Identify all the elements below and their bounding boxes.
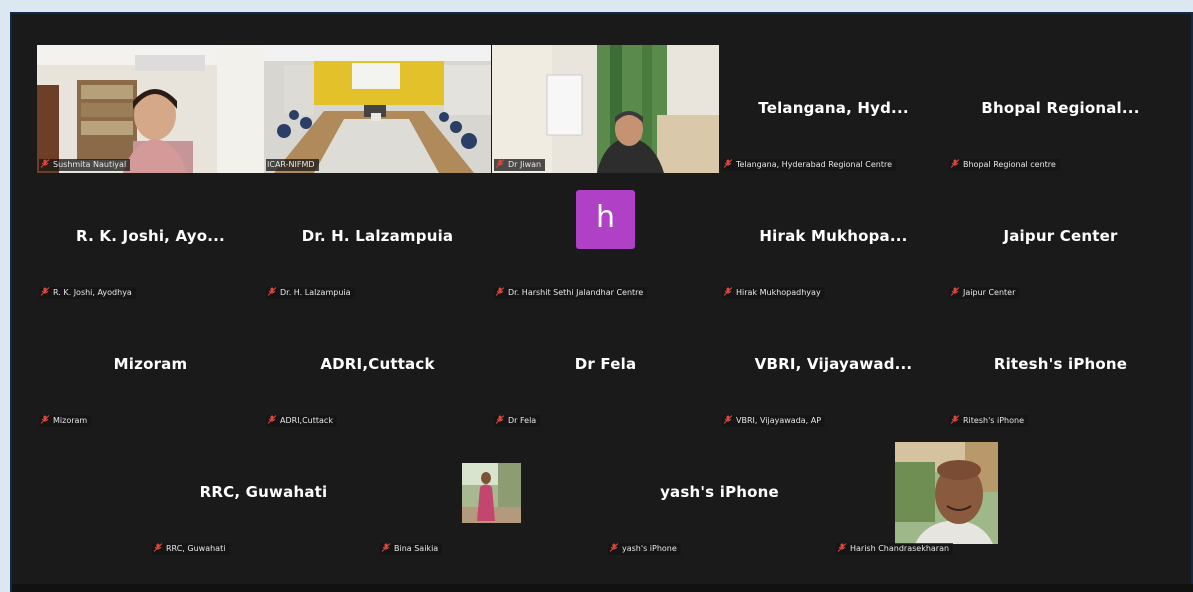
participant-label: ICAR-NIFMD — [266, 159, 319, 171]
mic-off-icon — [950, 159, 960, 168]
participant-tile[interactable]: VBRI, Vijayawad... VBRI, Vijayawada, AP — [720, 301, 947, 429]
participant-name: yash's iPhone — [660, 483, 779, 502]
participant-video — [264, 45, 491, 173]
mic-off-icon — [495, 159, 505, 168]
mic-off-icon — [40, 287, 50, 296]
participant-label: Mizoram — [39, 415, 92, 427]
participant-label: Telangana, Hyderabad Regional Centre — [722, 159, 897, 171]
participant-video — [37, 45, 264, 173]
participant-tile[interactable]: Ritesh's iPhone Ritesh's iPhone — [947, 301, 1174, 429]
participant-tile[interactable]: Jaipur Center Jaipur Center — [947, 173, 1174, 301]
mic-off-icon — [267, 287, 277, 296]
participant-name: RRC, Guwahati — [199, 483, 328, 502]
participant-label: Hirak Mukhopadhyay — [722, 287, 825, 299]
participant-label: Jaipur Center — [949, 287, 1020, 299]
participant-tile[interactable]: Mizoram Mizoram — [37, 301, 264, 429]
mic-off-icon — [723, 287, 733, 296]
participant-name: Telangana, Hyd... — [758, 99, 909, 118]
participant-tile[interactable]: Dr Jiwan — [492, 45, 719, 173]
participant-tile[interactable]: Sushmita Nautiyal — [37, 45, 264, 173]
participant-tile[interactable]: Dr. H. Lalzampuia Dr. H. Lalzampuia — [264, 173, 491, 301]
participant-label: Sushmita Nautiyal — [39, 159, 131, 171]
participant-label: Dr Jiwan — [494, 159, 546, 171]
mic-off-icon — [40, 159, 50, 168]
participant-label: Bina Saikia — [380, 543, 443, 555]
mic-off-icon — [495, 415, 505, 424]
participant-name: Dr. H. Lalzampuia — [301, 227, 454, 246]
participant-label: Dr. H. Lalzampuia — [266, 287, 355, 299]
participant-tile[interactable]: RRC, Guwahati RRC, Guwahati — [150, 429, 377, 557]
participant-tile[interactable]: Hirak Mukhopa... Hirak Mukhopadhyay — [720, 173, 947, 301]
participant-tile[interactable]: ADRI,Cuttack ADRI,Cuttack — [264, 301, 491, 429]
participant-label: VBRI, Vijayawada, AP — [722, 415, 826, 427]
participant-label: Harish Chandrasekharan — [836, 543, 954, 555]
avatar: h — [576, 190, 635, 249]
mic-off-icon — [837, 543, 847, 552]
participant-name: Hirak Mukhopa... — [759, 227, 908, 246]
participant-tile[interactable]: Telangana, Hyd... Telangana, Hyderabad R… — [720, 45, 947, 173]
toolbar-edge — [12, 584, 1193, 592]
participant-tile[interactable]: Harish Chandrasekharan — [834, 429, 1061, 557]
participant-label: RRC, Guwahati — [152, 543, 230, 555]
mic-off-icon — [723, 159, 733, 168]
participant-tile[interactable]: R. K. Joshi, Ayo... R. K. Joshi, Ayodhya — [37, 173, 264, 301]
mic-off-icon — [723, 415, 733, 424]
participant-tile[interactable]: yash's iPhone yash's iPhone — [606, 429, 833, 557]
mic-off-icon — [495, 287, 505, 296]
participant-tile[interactable]: Bina Saikia — [378, 429, 605, 557]
participant-tile-active-speaker[interactable]: ICAR-NIFMD — [264, 45, 491, 173]
participant-name: Ritesh's iPhone — [993, 355, 1128, 374]
participant-tile[interactable]: Dr Fela Dr Fela — [492, 301, 719, 429]
participant-tile[interactable]: h Dr. Harshit Sethi Jalandhar Centre — [492, 173, 719, 301]
participant-name: Jaipur Center — [1003, 227, 1118, 246]
participant-name: VBRI, Vijayawad... — [754, 355, 913, 374]
participant-label: yash's iPhone — [608, 543, 681, 555]
participant-label: Ritesh's iPhone — [949, 415, 1028, 427]
participant-name: R. K. Joshi, Ayo... — [76, 227, 225, 246]
participant-video — [462, 463, 521, 523]
mic-off-icon — [950, 287, 960, 296]
participant-name: Bhopal Regional... — [981, 99, 1140, 118]
mic-off-icon — [950, 415, 960, 424]
mic-off-icon — [267, 415, 277, 424]
participant-label: ADRI,Cuttack — [266, 415, 337, 427]
participant-label: Bhopal Regional centre — [949, 159, 1060, 171]
participant-video — [895, 442, 998, 544]
participant-tile[interactable]: Bhopal Regional... Bhopal Regional centr… — [947, 45, 1174, 173]
mic-off-icon — [153, 543, 163, 552]
participant-video — [492, 45, 719, 173]
mic-off-icon — [40, 415, 50, 424]
participant-label: R. K. Joshi, Ayodhya — [39, 287, 136, 299]
participant-label: Dr Fela — [494, 415, 541, 427]
participant-name: Dr Fela — [574, 355, 637, 374]
participant-name: ADRI,Cuttack — [320, 355, 435, 374]
mic-off-icon — [609, 543, 619, 552]
participant-label: Dr. Harshit Sethi Jalandhar Centre — [494, 287, 648, 299]
mic-off-icon — [381, 543, 391, 552]
participant-name: Mizoram — [113, 355, 188, 374]
